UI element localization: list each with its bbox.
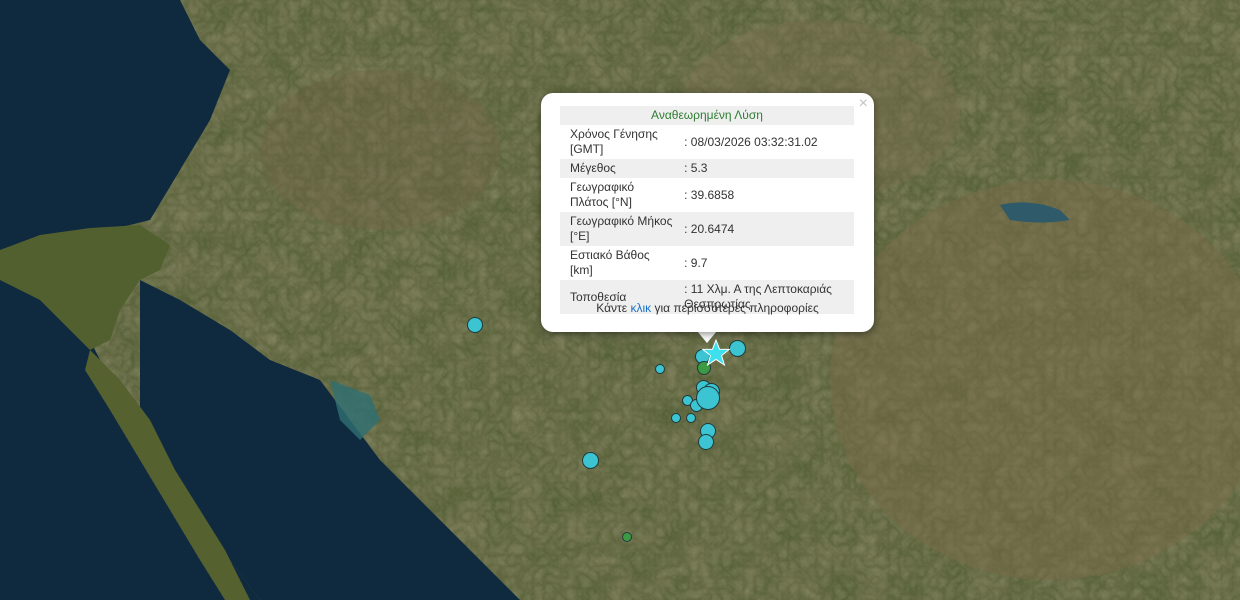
info-label: Γεωγραφικό Μήκος [°E] [560, 212, 685, 246]
info-value: : 5.3 [684, 159, 854, 178]
more-info-line: Κάντε κλικ για περισσότερες πληροφορίες [541, 301, 874, 315]
popup-title: Αναθεωρημένη Λύση [560, 106, 854, 125]
info-value: : 20.6474 [684, 212, 854, 246]
info-value: : 9.7 [684, 255, 708, 270]
info-row-depth: Εστιακό Βάθος [km] : 9.7 [560, 246, 854, 280]
earthquake-marker[interactable] [467, 317, 483, 333]
earthquake-marker[interactable] [698, 434, 714, 450]
more-info-prefix: Κάντε [596, 301, 631, 315]
info-label: Γεωγραφικό Πλάτος [°N] [570, 180, 635, 209]
info-row-magnitude: Μέγεθος : 5.3 [560, 159, 854, 178]
more-info-link[interactable]: κλικ [630, 301, 651, 315]
more-info-suffix: για περισσότερες πληροφορίες [651, 301, 819, 315]
info-row-origin-time: Χρόνος Γένησης [GMT] : 08/03/2026 03:32:… [560, 125, 854, 159]
earthquake-marker[interactable] [696, 386, 720, 410]
popup-title-row: Αναθεωρημένη Λύση [560, 106, 854, 125]
event-info-table: Αναθεωρημένη Λύση Χρόνος Γένησης [GMT] :… [560, 106, 854, 314]
earthquake-marker[interactable] [655, 364, 665, 374]
close-icon[interactable]: × [859, 95, 868, 113]
info-label: Χρόνος Γένησης [GMT] [570, 127, 658, 156]
info-label: Εστιακό Βάθος [km] [570, 248, 650, 277]
earthquake-marker[interactable] [582, 452, 599, 469]
event-info-popup: × Αναθεωρημένη Λύση Χρόνος Γένησης [GMT]… [541, 93, 874, 332]
info-row-latitude: Γεωγραφικό Πλάτος [°N] : 39.6858 [560, 178, 854, 212]
map-view[interactable]: × Αναθεωρημένη Λύση Χρόνος Γένησης [GMT]… [0, 0, 1240, 600]
earthquake-marker[interactable] [622, 532, 632, 542]
earthquake-marker[interactable] [686, 413, 696, 423]
info-value: : 39.6858 [684, 187, 735, 202]
info-row-longitude: Γεωγραφικό Μήκος [°E] : 20.6474 [560, 212, 854, 246]
info-value: : 08/03/2026 03:32:31.02 [684, 134, 818, 149]
earthquake-marker[interactable] [671, 413, 681, 423]
popup-tip [697, 331, 717, 343]
info-label: Μέγεθος [560, 159, 685, 178]
earthquake-marker[interactable] [729, 340, 746, 357]
